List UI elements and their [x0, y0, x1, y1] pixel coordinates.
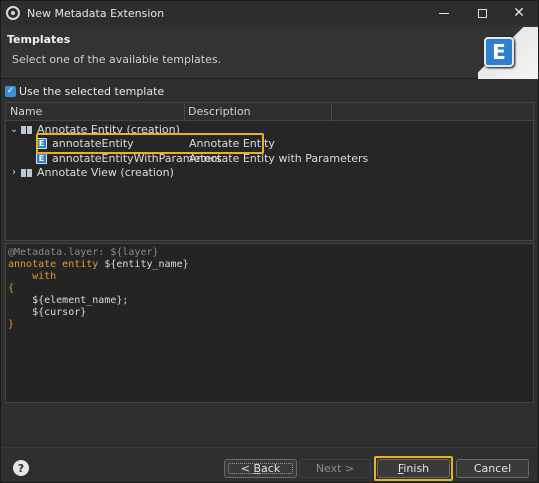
code-line: }	[8, 319, 531, 331]
tree-row-label: Annotate View (creation)	[37, 166, 174, 179]
code-line: @Metadata.layer: ${layer}	[8, 247, 531, 259]
code-line: with	[8, 271, 531, 283]
code-token: @Metadata.layer: ${layer}	[8, 247, 159, 258]
footer-divider	[1, 447, 538, 448]
template-preview: @Metadata.layer: ${layer} annotate entity…	[5, 243, 534, 403]
column-header-name[interactable]: Name	[10, 105, 42, 118]
book-icon	[21, 125, 32, 134]
wizard-banner: E	[478, 27, 538, 79]
book-icon	[21, 168, 32, 177]
code-token: {	[8, 283, 15, 294]
window-title: New Metadata Extension	[27, 6, 165, 20]
finish-highlight	[374, 456, 453, 481]
eclipse-gear-icon	[6, 6, 20, 20]
chevron-down-icon[interactable]: ⌄	[9, 124, 19, 135]
column-separator[interactable]	[184, 103, 185, 121]
code-token: }	[8, 319, 15, 330]
e-logo-icon: E	[484, 37, 514, 67]
code-line: ${element_name};	[8, 295, 531, 307]
e-template-icon: E	[36, 153, 47, 164]
back-button-label: < Back	[240, 462, 281, 475]
use-template-label: Use the selected template	[19, 85, 165, 98]
title-bar: New Metadata Extension ✕	[1, 1, 538, 25]
dialog-window: New Metadata Extension ✕ Templates Selec…	[0, 0, 539, 483]
page-title: Templates	[7, 33, 71, 46]
code-token: annotate entity	[8, 259, 105, 270]
code-line: ${cursor}	[8, 307, 531, 319]
code-token: ${cursor}	[8, 307, 87, 318]
page-description: Select one of the available templates.	[12, 53, 222, 66]
selection-highlight	[36, 133, 264, 154]
minimize-button[interactable]	[426, 1, 462, 25]
code-token: with	[8, 271, 57, 282]
close-button[interactable]: ✕	[501, 1, 537, 25]
close-icon: ✕	[513, 5, 525, 21]
use-template-checkbox-row[interactable]: ✓ Use the selected template	[5, 85, 164, 98]
code-token: ${entity_name}	[104, 259, 189, 270]
help-icon[interactable]: ?	[13, 460, 29, 476]
next-button[interactable]: Next >	[299, 459, 371, 478]
code-token: ${element_name};	[8, 295, 129, 306]
cancel-button[interactable]: Cancel	[456, 459, 529, 478]
use-template-checkbox[interactable]: ✓	[5, 86, 16, 97]
templates-tree[interactable]: Name Description ⌄ Annotate Entity (crea…	[5, 102, 534, 241]
wizard-header: Templates Select one of the available te…	[1, 25, 538, 79]
back-button[interactable]: < Back	[224, 459, 297, 478]
tree-header: Name Description	[6, 103, 533, 121]
column-header-description[interactable]: Description	[188, 105, 251, 118]
chevron-right-icon[interactable]: ›	[9, 167, 19, 178]
maximize-icon	[477, 8, 487, 18]
code-line: {	[8, 283, 531, 295]
code-line: annotate entity ${entity_name}	[8, 259, 531, 271]
column-separator[interactable]	[331, 103, 332, 121]
minimize-icon	[439, 12, 449, 14]
tree-row-annotate-view[interactable]: › Annotate View (creation)	[6, 165, 533, 180]
maximize-button[interactable]	[464, 1, 500, 25]
